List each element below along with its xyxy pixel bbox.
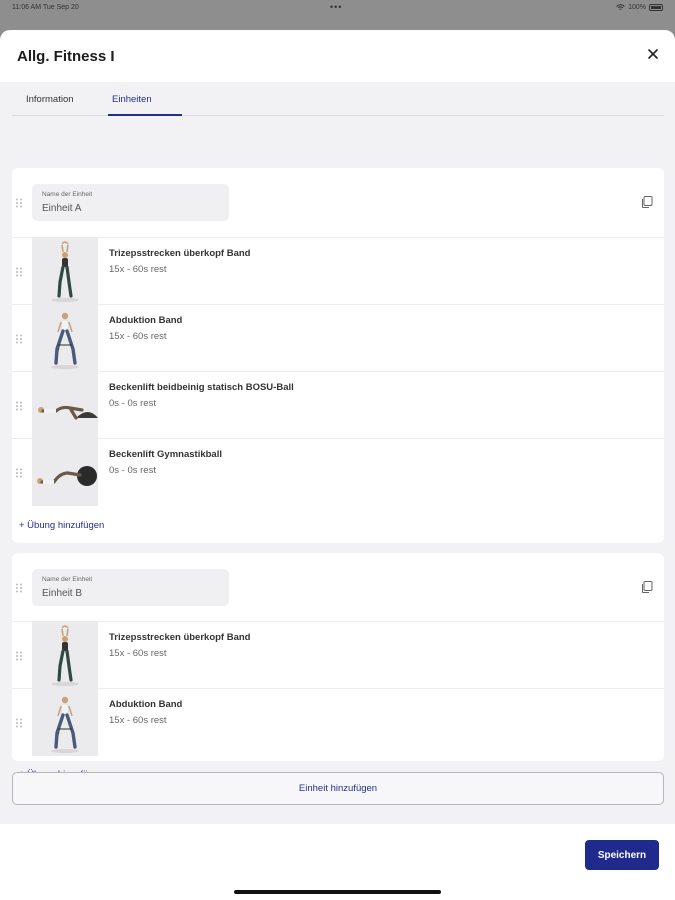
unit-name-value: Einheit B: [42, 588, 83, 599]
exercise-row[interactable]: Beckenlift beidbeinig statisch BOSU-Ball…: [12, 371, 664, 439]
exercise-name: Beckenlift beidbeinig statisch BOSU-Ball: [109, 382, 294, 393]
exercise-detail: 15x - 60s rest: [109, 715, 167, 726]
sheet-title: Allg. Fitness I: [17, 48, 115, 65]
drag-handle-icon[interactable]: [15, 334, 23, 344]
status-time: 11:06 AM Tue Sep 20: [12, 4, 79, 11]
status-right: 100%: [616, 4, 663, 11]
drag-handle-icon[interactable]: [15, 267, 23, 277]
drag-handle-icon[interactable]: [15, 468, 23, 478]
tab-bar: Information Einheiten: [12, 82, 664, 116]
save-button[interactable]: Speichern: [585, 840, 659, 870]
home-indicator: [234, 890, 441, 894]
exercise-detail: 15x - 60s rest: [109, 331, 167, 342]
unit-card: Name der Einheit Einheit A Trizepsstreck…: [12, 168, 664, 543]
exercise-thumbnail: [32, 689, 98, 756]
exercise-thumbnail: [32, 622, 98, 689]
exercise-row[interactable]: Trizepsstrecken überkopf Band 15x - 60s …: [12, 237, 664, 305]
exercise-row[interactable]: Trizepsstrecken überkopf Band 15x - 60s …: [12, 621, 664, 689]
modal-sheet: Allg. Fitness I Information Einheiten Na…: [0, 30, 675, 900]
exercise-name: Abduktion Band: [109, 315, 183, 326]
drag-handle-icon[interactable]: [15, 401, 23, 411]
multitasking-dots[interactable]: •••: [330, 2, 342, 12]
wifi-icon: [616, 4, 625, 10]
exercise-row[interactable]: Abduktion Band 15x - 60s rest: [12, 688, 664, 756]
exercise-detail: 15x - 60s rest: [109, 648, 167, 659]
unit-name-label: Name der Einheit: [42, 576, 93, 583]
exercise-thumbnail: [32, 238, 98, 305]
copy-icon[interactable]: [640, 195, 654, 209]
drag-handle-icon[interactable]: [15, 198, 23, 208]
exercise-thumbnail: [32, 372, 98, 439]
tab-einheiten[interactable]: Einheiten: [112, 94, 152, 105]
exercise-row[interactable]: Abduktion Band 15x - 60s rest: [12, 304, 664, 372]
exercise-name: Trizepsstrecken überkopf Band: [109, 632, 251, 643]
exercise-detail: 15x - 60s rest: [109, 264, 167, 275]
unit-name-field[interactable]: Name der Einheit Einheit B: [32, 569, 229, 606]
exercise-thumbnail: [32, 439, 98, 506]
copy-icon[interactable]: [640, 580, 654, 594]
unit-name-label: Name der Einheit: [42, 191, 93, 198]
exercise-detail: 0s - 0s rest: [109, 465, 156, 476]
content-area: Information Einheiten Name der Einheit E…: [0, 82, 675, 824]
exercise-thumbnail: [32, 305, 98, 372]
exercise-name: Trizepsstrecken überkopf Band: [109, 248, 251, 259]
battery-percent: 100%: [628, 4, 646, 11]
unit-name-field[interactable]: Name der Einheit Einheit A: [32, 184, 229, 221]
exercise-name: Abduktion Band: [109, 699, 183, 710]
battery-icon: [649, 4, 663, 11]
exercise-name: Beckenlift Gymnastikball: [109, 449, 222, 460]
drag-handle-icon[interactable]: [15, 583, 23, 593]
add-unit-button[interactable]: Einheit hinzufügen: [12, 772, 664, 805]
add-exercise-link[interactable]: + Übung hinzufügen: [19, 520, 104, 531]
tab-information[interactable]: Information: [26, 94, 74, 105]
unit-card: Name der Einheit Einheit B Trizepsstreck…: [12, 553, 664, 780]
drag-handle-icon[interactable]: [15, 718, 23, 728]
unit-name-value: Einheit A: [42, 203, 82, 214]
status-bar: 11:06 AM Tue Sep 20 ••• 100%: [0, 0, 675, 16]
close-icon[interactable]: [645, 46, 661, 62]
exercise-row[interactable]: Beckenlift Gymnastikball 0s - 0s rest: [12, 438, 664, 506]
exercise-detail: 0s - 0s rest: [109, 398, 156, 409]
active-tab-indicator: [108, 114, 182, 116]
drag-handle-icon[interactable]: [15, 651, 23, 661]
